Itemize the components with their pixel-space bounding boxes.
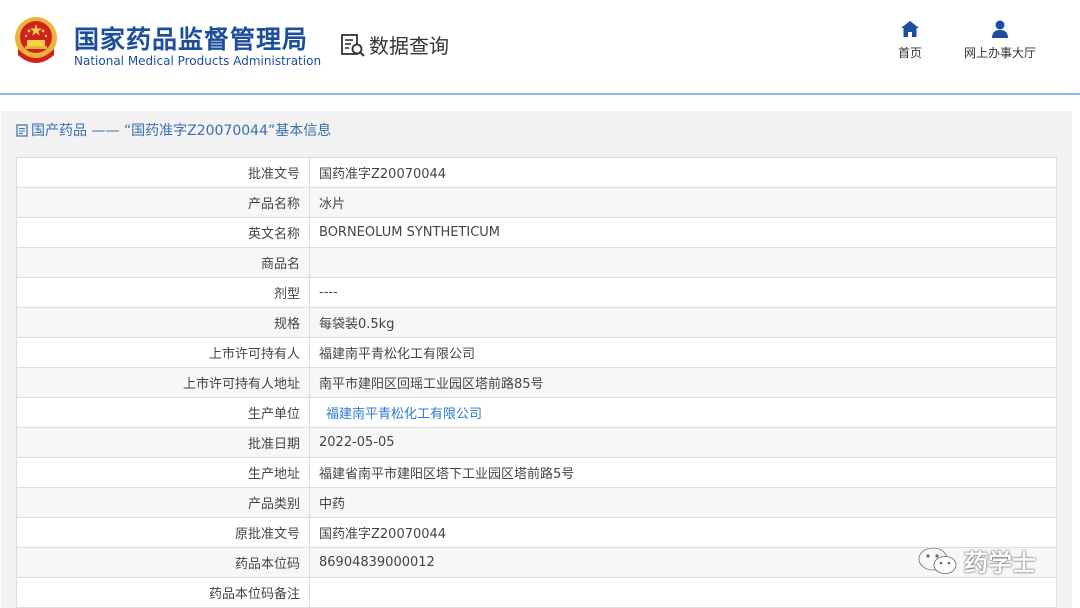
site-header: 国家药品监督管理局 National Medical Products Admi…	[0, 0, 1080, 93]
field-label: 批准文号	[16, 157, 310, 188]
table-row: 规格 每袋装0.5kg	[16, 307, 1057, 338]
field-value: 福建省南平市建阳区塔下工业园区塔前路5号	[309, 457, 1057, 488]
table-row: 批准文号 国药准字Z20070044	[16, 157, 1057, 188]
table-row: 批准日期 2022-05-05	[16, 427, 1057, 458]
home-icon	[901, 21, 919, 37]
field-label: 剂型	[16, 277, 310, 308]
field-label: 批准日期	[16, 427, 310, 458]
nav-home-label: 首页	[897, 46, 922, 60]
field-value: 南平市建阳区回瑶工业园区塔前路85号	[309, 367, 1057, 398]
breadcrumb: 国产药品 —— “国药准字Z20070044”基本信息	[16, 120, 331, 140]
table-row: 上市许可持有人地址 南平市建阳区回瑶工业园区塔前路85号	[16, 367, 1057, 398]
field-value: 2022-05-05	[309, 427, 1057, 458]
table-row: 原批准文号 国药准字Z20070044	[16, 517, 1057, 548]
field-label: 药品本位码	[16, 547, 310, 578]
field-value	[309, 247, 1057, 278]
data-query-title[interactable]: 数据查询	[340, 30, 449, 59]
table-row: 生产地址 福建省南平市建阳区塔下工业园区塔前路5号	[16, 457, 1057, 488]
org-name-cn: 国家药品监督管理局	[74, 25, 309, 54]
table-row: 产品类别 中药	[16, 487, 1057, 518]
field-value: ----	[309, 277, 1057, 308]
table-row: 产品名称 冰片	[16, 187, 1057, 218]
field-label: 上市许可持有人	[16, 337, 310, 368]
document-icon	[16, 123, 28, 137]
field-value: 中药	[309, 487, 1057, 518]
field-label: 上市许可持有人地址	[16, 367, 310, 398]
watermark: 药学士	[916, 543, 1036, 578]
field-label: 生产地址	[16, 457, 310, 488]
field-label: 产品名称	[16, 187, 310, 218]
field-value: BORNEOLUM SYNTHETICUM	[309, 217, 1057, 248]
field-value: 福建南平青松化工有限公司	[309, 337, 1057, 368]
wechat-icon	[917, 546, 957, 574]
field-label: 产品类别	[16, 487, 310, 518]
breadcrumb-text: 国产药品 —— “国药准字Z20070044”基本信息	[31, 123, 332, 139]
table-row: 药品本位码备注	[16, 577, 1057, 608]
table-row: 英文名称 BORNEOLUM SYNTHETICUM	[16, 217, 1057, 248]
field-label: 生产单位	[16, 397, 310, 428]
field-value: 冰片	[309, 187, 1057, 218]
drug-info-table: 批准文号 国药准字Z20070044 产品名称 冰片 英文名称 BORNEOLUM S…	[16, 157, 1057, 608]
field-label: 药品本位码备注	[16, 577, 310, 608]
table-row: 商品名	[16, 247, 1057, 278]
nav-online-office-label: 网上办事大厅	[963, 46, 1036, 60]
watermark-text: 药学士	[964, 549, 1036, 577]
field-label: 英文名称	[16, 217, 310, 248]
table-row: 剂型 ----	[16, 277, 1057, 308]
table-row: 上市许可持有人 福建南平青松化工有限公司	[16, 337, 1057, 368]
national-emblem-icon	[15, 17, 57, 63]
field-label: 原批准文号	[16, 517, 310, 548]
field-value: 国药准字Z20070044	[309, 157, 1057, 188]
header-divider	[0, 93, 1080, 95]
nav-online-office[interactable]: 网上办事大厅	[955, 20, 1045, 61]
manufacturer-link[interactable]: 福建南平青松化工有限公司	[309, 397, 1057, 428]
field-label: 商品名	[16, 247, 310, 278]
field-value: 每袋装0.5kg	[309, 307, 1057, 338]
user-icon	[992, 20, 1008, 38]
nav-home[interactable]: 首页	[884, 20, 936, 61]
field-value	[309, 577, 1057, 608]
data-query-label: 数据查询	[369, 34, 449, 58]
table-row: 生产单位 福建南平青松化工有限公司	[16, 397, 1057, 428]
table-row: 药品本位码 86904839000012	[16, 547, 1057, 578]
org-name-en: National Medical Products Administration	[74, 54, 322, 68]
data-query-icon	[341, 33, 365, 57]
field-label: 规格	[16, 307, 310, 338]
